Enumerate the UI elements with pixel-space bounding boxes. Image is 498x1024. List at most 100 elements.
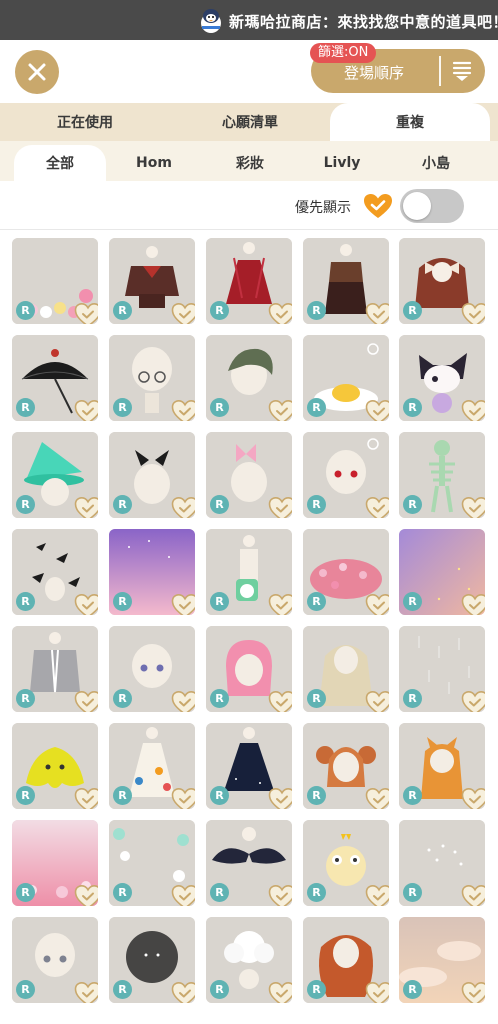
- rarity-badge: R: [403, 495, 422, 514]
- favorite-heart-icon[interactable]: [74, 593, 98, 615]
- tab-island[interactable]: 小島: [390, 145, 482, 181]
- tab-wishlist[interactable]: 心願清單: [170, 103, 330, 141]
- tab-hom[interactable]: Hom: [108, 145, 200, 181]
- item-tile[interactable]: R: [399, 820, 485, 906]
- item-tile[interactable]: R: [12, 917, 98, 1003]
- item-tile[interactable]: R: [206, 723, 292, 809]
- item-tile[interactable]: R: [109, 723, 195, 809]
- favorite-heart-icon[interactable]: [461, 690, 485, 712]
- item-tile[interactable]: R: [399, 335, 485, 421]
- favorite-heart-icon[interactable]: [74, 884, 98, 906]
- item-tile[interactable]: R: [206, 238, 292, 324]
- item-tile[interactable]: R: [109, 529, 195, 615]
- item-tile[interactable]: R: [109, 917, 195, 1003]
- item-tile[interactable]: R: [303, 723, 389, 809]
- tab-livly[interactable]: Livly: [296, 145, 388, 181]
- favorite-heart-icon[interactable]: [171, 399, 195, 421]
- favorite-heart-icon[interactable]: [461, 884, 485, 906]
- item-tile[interactable]: R: [12, 432, 98, 518]
- tab-duplicates[interactable]: 重複: [330, 103, 490, 141]
- item-tile[interactable]: R: [399, 723, 485, 809]
- rarity-badge: R: [403, 786, 422, 805]
- item-tile[interactable]: R: [109, 626, 195, 712]
- favorite-heart-icon[interactable]: [365, 981, 389, 1003]
- favorite-heart-icon[interactable]: [171, 593, 195, 615]
- favorite-heart-icon[interactable]: [365, 399, 389, 421]
- rarity-badge: R: [403, 398, 422, 417]
- item-tile[interactable]: R: [109, 335, 195, 421]
- item-tile[interactable]: R: [399, 917, 485, 1003]
- item-tile[interactable]: R: [206, 917, 292, 1003]
- item-tile[interactable]: R: [399, 238, 485, 324]
- item-tile[interactable]: R: [12, 820, 98, 906]
- favorite-heart-icon[interactable]: [461, 399, 485, 421]
- favorite-heart-icon[interactable]: [268, 981, 292, 1003]
- favorite-heart-icon[interactable]: [268, 787, 292, 809]
- favorite-heart-icon[interactable]: [268, 690, 292, 712]
- favorite-heart-icon[interactable]: [171, 690, 195, 712]
- favorite-heart-icon[interactable]: [461, 496, 485, 518]
- favorite-heart-icon[interactable]: [461, 302, 485, 324]
- favorite-heart-icon[interactable]: [268, 399, 292, 421]
- item-tile[interactable]: R: [206, 820, 292, 906]
- favorite-heart-icon[interactable]: [461, 981, 485, 1003]
- favorite-heart-icon[interactable]: [74, 981, 98, 1003]
- item-tile[interactable]: R: [399, 432, 485, 518]
- item-tile[interactable]: R: [12, 723, 98, 809]
- item-tile[interactable]: R: [12, 626, 98, 712]
- tab-makeup[interactable]: 彩妝: [204, 145, 296, 181]
- favorite-heart-icon[interactable]: [74, 787, 98, 809]
- tab-in-use[interactable]: 正在使用: [0, 103, 170, 141]
- favorite-heart-icon[interactable]: [171, 884, 195, 906]
- favorite-heart-icon[interactable]: [74, 496, 98, 518]
- favorite-heart-icon[interactable]: [365, 496, 389, 518]
- favorite-heart-icon[interactable]: [365, 302, 389, 324]
- favorite-heart-icon[interactable]: [74, 302, 98, 324]
- favorite-heart-icon[interactable]: [268, 496, 292, 518]
- item-tile[interactable]: R: [12, 238, 98, 324]
- item-tile[interactable]: R: [206, 626, 292, 712]
- item-tile[interactable]: R: [303, 820, 389, 906]
- rarity-badge: R: [210, 301, 229, 320]
- favorite-heart-icon[interactable]: [171, 302, 195, 324]
- rarity-badge: R: [307, 786, 326, 805]
- item-tile[interactable]: R: [399, 529, 485, 615]
- priority-display-toggle[interactable]: [400, 189, 464, 223]
- item-tile[interactable]: R: [303, 335, 389, 421]
- favorite-heart-icon[interactable]: [171, 981, 195, 1003]
- item-tile[interactable]: R: [206, 335, 292, 421]
- item-tile[interactable]: R: [109, 820, 195, 906]
- favorite-heart-icon[interactable]: [171, 787, 195, 809]
- favorite-heart-icon[interactable]: [365, 593, 389, 615]
- sort-order-icon[interactable]: [451, 59, 473, 83]
- item-tile[interactable]: R: [303, 238, 389, 324]
- close-button[interactable]: [15, 50, 59, 94]
- item-tile[interactable]: R: [303, 917, 389, 1003]
- item-tile[interactable]: R: [206, 529, 292, 615]
- favorite-heart-icon[interactable]: [365, 884, 389, 906]
- favorite-heart-icon[interactable]: [268, 593, 292, 615]
- item-tile[interactable]: R: [109, 238, 195, 324]
- favorite-heart-icon[interactable]: [171, 496, 195, 518]
- favorite-heart-icon[interactable]: [268, 302, 292, 324]
- favorite-heart-icon[interactable]: [461, 787, 485, 809]
- rarity-badge: R: [113, 592, 132, 611]
- favorite-heart-icon[interactable]: [268, 884, 292, 906]
- item-tile[interactable]: R: [303, 432, 389, 518]
- item-tile[interactable]: R: [109, 432, 195, 518]
- item-tile[interactable]: R: [12, 529, 98, 615]
- item-tile[interactable]: R: [303, 626, 389, 712]
- favorite-heart-icon[interactable]: [74, 690, 98, 712]
- favorite-heart-icon[interactable]: [74, 399, 98, 421]
- rarity-badge: R: [16, 301, 35, 320]
- item-tile[interactable]: R: [303, 529, 389, 615]
- announcement-banner[interactable]: 新瑪哈拉商店：來找找您中意的道具吧！: [0, 0, 498, 40]
- rarity-badge: R: [403, 689, 422, 708]
- item-tile[interactable]: R: [12, 335, 98, 421]
- item-tile[interactable]: R: [206, 432, 292, 518]
- tab-all[interactable]: 全部: [14, 145, 106, 181]
- favorite-heart-icon[interactable]: [461, 593, 485, 615]
- item-tile[interactable]: R: [399, 626, 485, 712]
- favorite-heart-icon[interactable]: [365, 787, 389, 809]
- favorite-heart-icon[interactable]: [365, 690, 389, 712]
